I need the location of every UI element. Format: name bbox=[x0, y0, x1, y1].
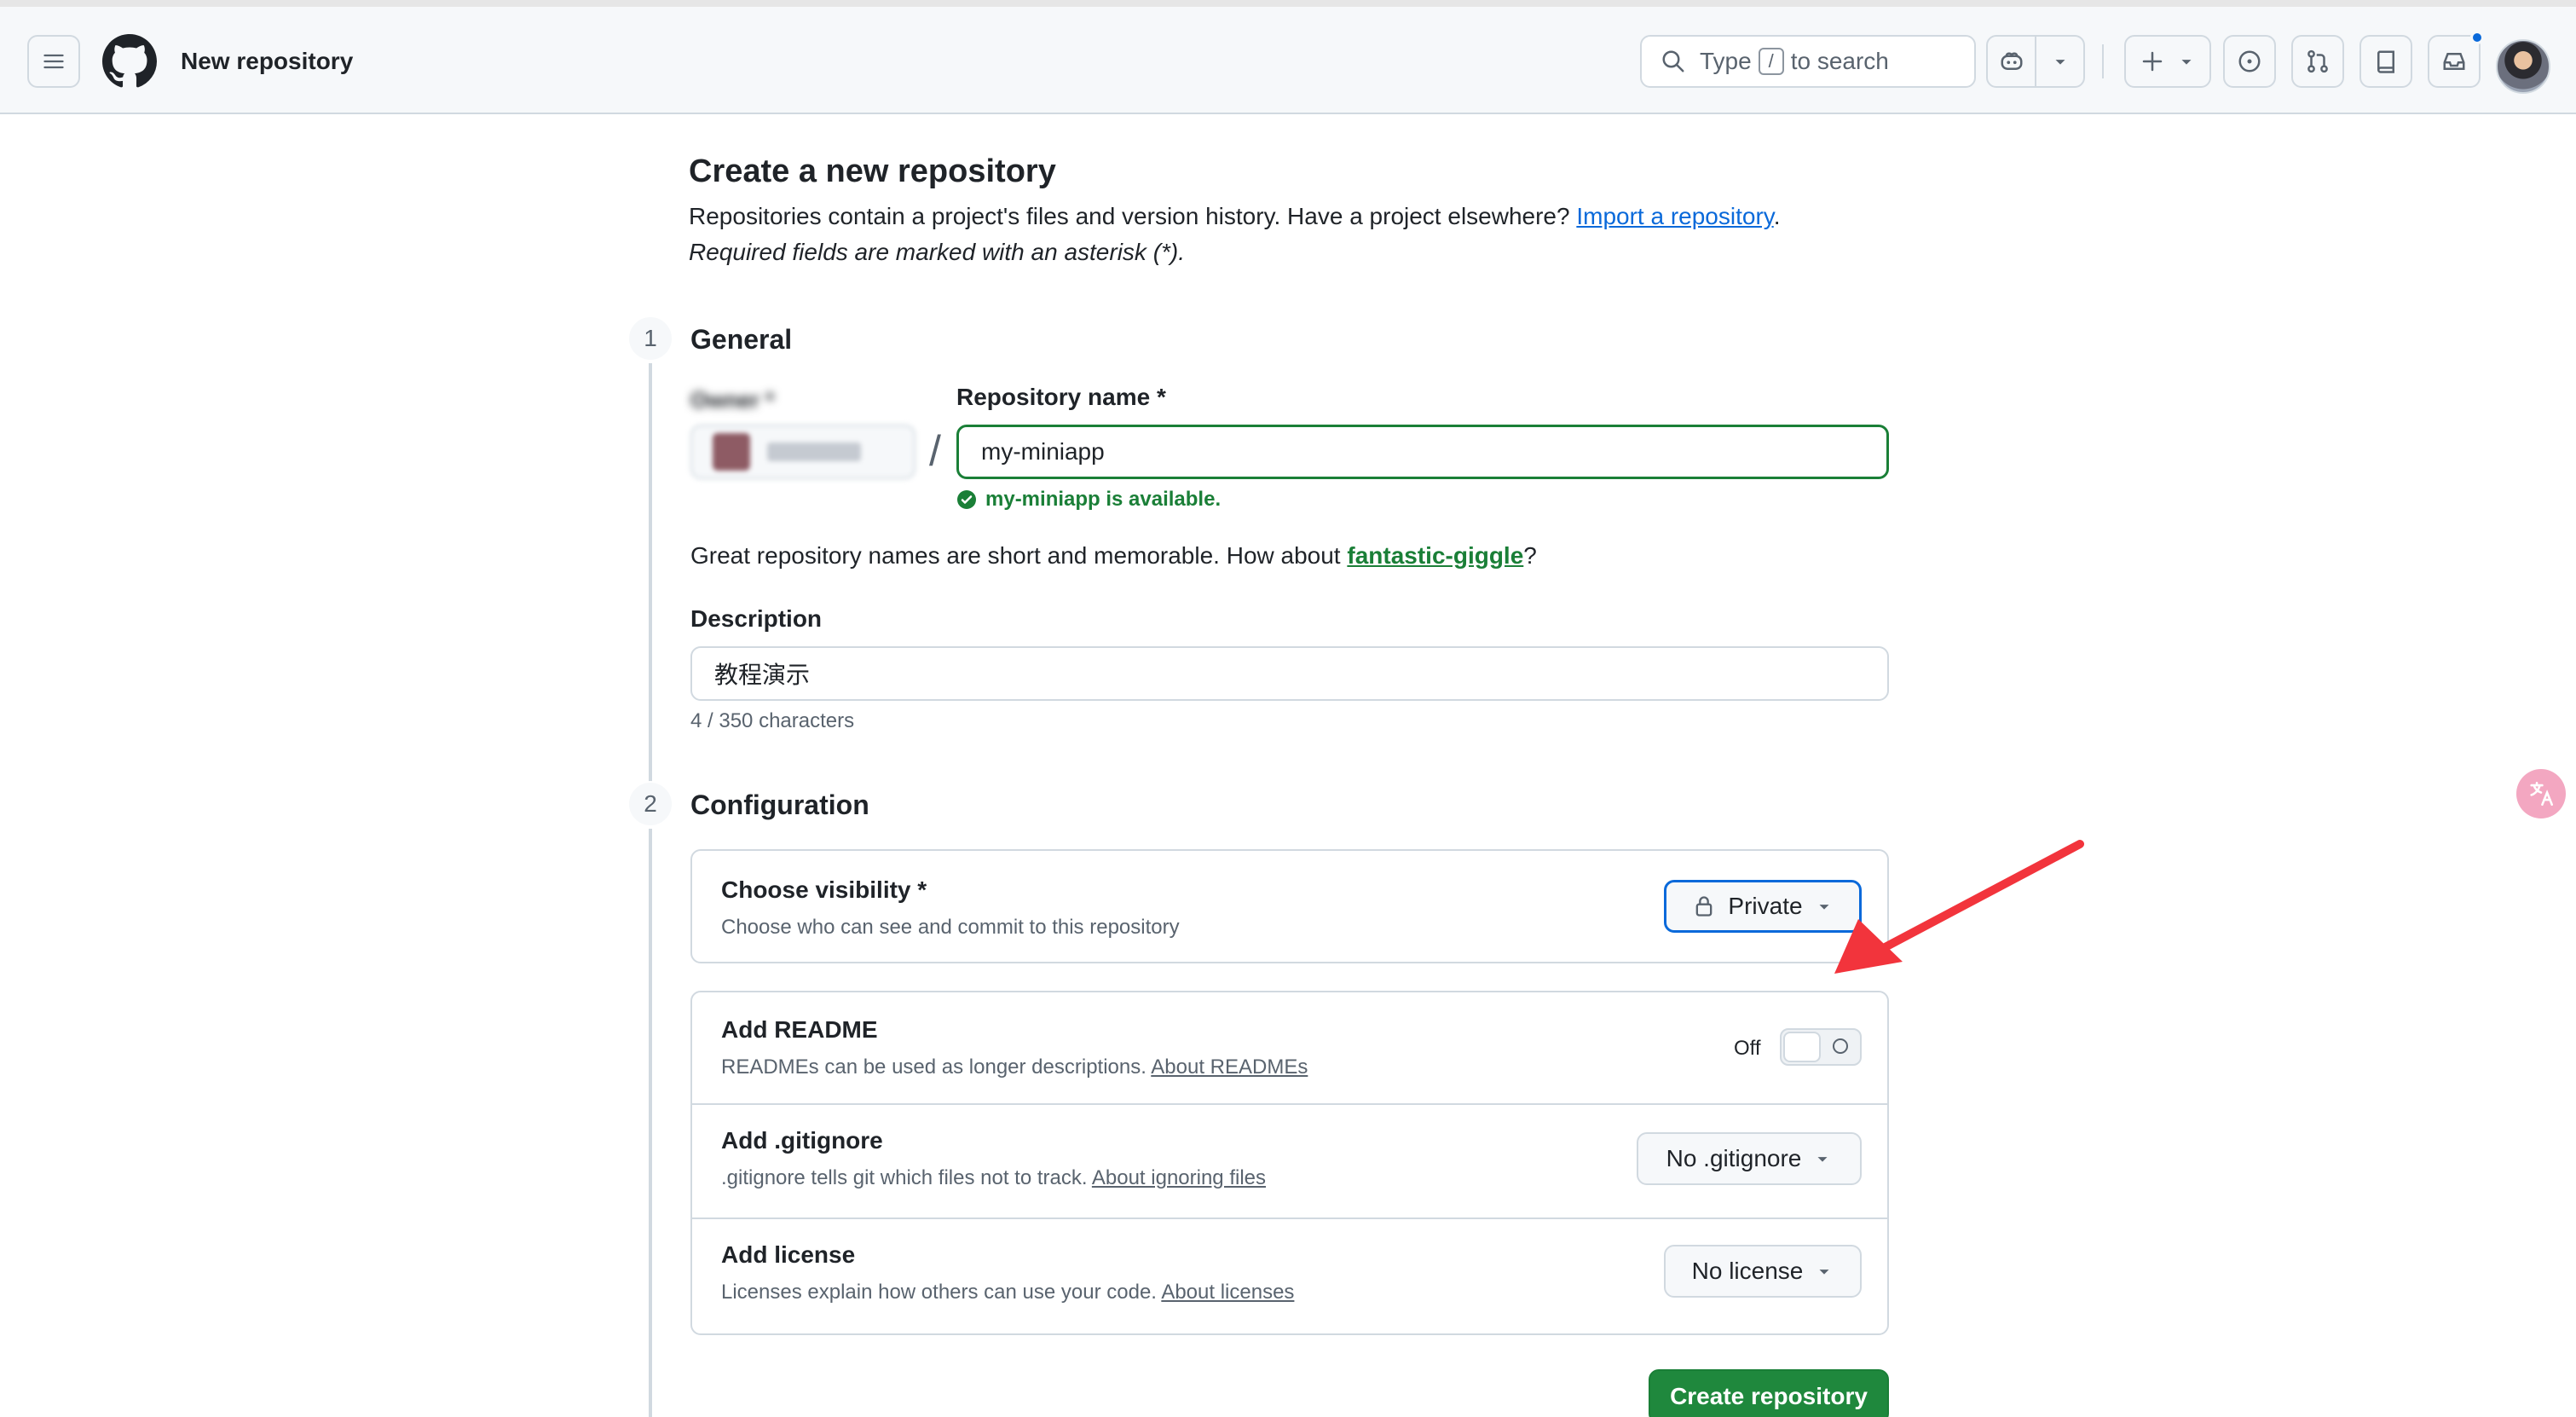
options-card: Add README READMEs can be used as longer… bbox=[690, 991, 1889, 1335]
page-title: Create a new repository bbox=[689, 153, 1056, 189]
gitignore-description: .gitignore tells git which files not to … bbox=[721, 1166, 1088, 1189]
readme-description: READMEs can be used as longer descriptio… bbox=[721, 1056, 1146, 1079]
char-counter: 4 / 350 characters bbox=[690, 709, 855, 732]
section-title-configuration: Configuration bbox=[690, 789, 869, 820]
toggle-knob bbox=[1783, 1032, 1821, 1062]
about-readmes-link[interactable]: About READMEs bbox=[1151, 1056, 1308, 1079]
section-title-general: General bbox=[690, 324, 793, 355]
chevron-down-icon bbox=[2181, 60, 2192, 65]
repo-name-label: Repository name * bbox=[956, 384, 1166, 410]
about-ignoring-files-link[interactable]: About ignoring files bbox=[1092, 1166, 1266, 1189]
github-logo-icon[interactable] bbox=[102, 34, 157, 89]
search-icon bbox=[1662, 50, 1684, 72]
copilot-button[interactable] bbox=[1986, 35, 2085, 88]
timeline-line bbox=[649, 829, 652, 1417]
header-title[interactable]: New repository bbox=[181, 48, 353, 75]
user-avatar[interactable] bbox=[2496, 39, 2550, 94]
chevron-down-icon bbox=[2055, 60, 2065, 65]
gitignore-row: Add .gitignore .gitignore tells git whic… bbox=[692, 1105, 1887, 1217]
license-title: Add license bbox=[721, 1241, 856, 1268]
visibility-subtitle: Choose who can see and commit to this re… bbox=[721, 916, 1180, 939]
gitignore-value: No .gitignore bbox=[1666, 1145, 1802, 1171]
owner-label: Owner * bbox=[690, 387, 775, 413]
create-repository-button[interactable]: Create repository bbox=[1649, 1369, 1889, 1417]
hamburger-menu-button[interactable] bbox=[27, 35, 80, 88]
notification-dot bbox=[2470, 31, 2484, 44]
annotation-arrow bbox=[1834, 840, 2084, 974]
readme-toggle[interactable] bbox=[1780, 1028, 1862, 1066]
copilot-icon bbox=[2001, 52, 2022, 70]
import-repository-link[interactable]: Import a repository bbox=[1576, 203, 1773, 229]
issues-icon bbox=[2238, 50, 2261, 72]
chevron-down-icon bbox=[1817, 1157, 1828, 1162]
gitignore-dropdown[interactable]: No .gitignore bbox=[1637, 1132, 1862, 1185]
step-number: 1 bbox=[627, 315, 673, 361]
availability-message: my-miniapp is available. bbox=[956, 488, 1221, 512]
search-shortcut-key: / bbox=[1758, 48, 1784, 75]
repositories-button[interactable] bbox=[2359, 35, 2412, 88]
owner-avatar bbox=[713, 433, 750, 471]
suggestion-prefix: Great repository names are short and mem… bbox=[690, 542, 1341, 569]
gitignore-title: Add .gitignore bbox=[721, 1127, 883, 1154]
owner-select[interactable] bbox=[690, 425, 915, 479]
about-licenses-link[interactable]: About licenses bbox=[1161, 1281, 1294, 1304]
license-dropdown[interactable]: No license bbox=[1664, 1245, 1862, 1298]
availability-text: my-miniapp is available. bbox=[985, 488, 1222, 511]
repositories-icon bbox=[2377, 50, 2394, 73]
timeline-line bbox=[649, 363, 652, 824]
readme-subtitle: READMEs can be used as longer descriptio… bbox=[721, 1056, 1308, 1079]
chevron-down-icon bbox=[1819, 1270, 1829, 1275]
intro-end: . bbox=[1773, 203, 1781, 229]
search-placeholder-before: Type bbox=[1700, 48, 1752, 74]
owner-repo-separator: / bbox=[929, 427, 941, 475]
required-fields-note: Required fields are marked with an aster… bbox=[689, 239, 1186, 265]
readme-row: Add README READMEs can be used as longer… bbox=[692, 992, 1887, 1105]
inbox-icon bbox=[2443, 53, 2465, 70]
translate-icon[interactable] bbox=[2516, 769, 2566, 818]
description-input[interactable]: 教程演示 bbox=[690, 646, 1889, 701]
search-input[interactable]: Type / to search bbox=[1640, 35, 1976, 88]
search-placeholder-after: to search bbox=[1790, 48, 1889, 74]
step-number: 2 bbox=[627, 781, 673, 827]
visibility-title: Choose visibility * bbox=[721, 876, 927, 903]
visibility-value: Private bbox=[1728, 893, 1803, 919]
intro-text: Repositories contain a project's files a… bbox=[689, 203, 1780, 230]
visibility-card: Choose visibility * Choose who can see a… bbox=[690, 849, 1889, 963]
readme-title: Add README bbox=[721, 1016, 878, 1043]
suggestion-suffix: ? bbox=[1523, 542, 1537, 569]
intro-description: Repositories contain a project's files a… bbox=[689, 203, 1570, 229]
header-divider bbox=[2102, 44, 2104, 78]
top-header: New repository Type / to search bbox=[0, 7, 2576, 114]
main-content: Create a new repository Repositories con… bbox=[0, 116, 2576, 1417]
owner-name-redacted bbox=[767, 442, 861, 461]
license-value: No license bbox=[1691, 1258, 1804, 1284]
pull-requests-icon bbox=[2307, 49, 2328, 73]
license-subtitle: Licenses explain how others can use your… bbox=[721, 1281, 1294, 1304]
description-label: Description bbox=[690, 605, 823, 632]
issues-button[interactable] bbox=[2223, 35, 2276, 88]
copilot-main-segment[interactable] bbox=[1988, 37, 2036, 86]
gitignore-subtitle: .gitignore tells git which files not to … bbox=[721, 1166, 1266, 1190]
name-suggestion: Great repository names are short and mem… bbox=[690, 542, 1537, 570]
license-row: Add license Licenses explain how others … bbox=[692, 1219, 1887, 1333]
translate-glyph-icon bbox=[2530, 781, 2554, 807]
toggle-off-icon bbox=[1833, 1038, 1848, 1054]
lock-icon bbox=[1696, 896, 1713, 917]
copilot-dropdown-segment[interactable] bbox=[2036, 37, 2083, 86]
create-new-button[interactable] bbox=[2124, 35, 2211, 88]
check-circle-icon bbox=[957, 490, 976, 509]
suggested-name-link[interactable]: fantastic-giggle bbox=[1347, 542, 1523, 569]
plus-icon bbox=[2142, 51, 2163, 72]
pull-requests-button[interactable] bbox=[2291, 35, 2344, 88]
license-description: Licenses explain how others can use your… bbox=[721, 1281, 1157, 1304]
readme-toggle-label: Off bbox=[1734, 1037, 1761, 1060]
repo-name-input[interactable]: my-miniapp bbox=[956, 425, 1889, 479]
hamburger-icon bbox=[43, 54, 64, 69]
